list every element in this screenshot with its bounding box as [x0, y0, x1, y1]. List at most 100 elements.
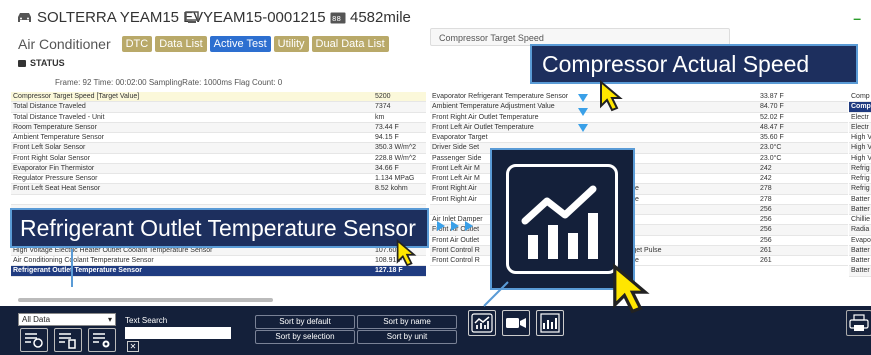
row-value: 256: [760, 205, 772, 213]
vehicle-info: SOLTERRA YEAM15 EV: [16, 9, 203, 26]
callout-pointer: [483, 281, 509, 307]
row-name: Batter: [851, 205, 870, 213]
table-row[interactable]: Batter: [849, 245, 871, 256]
table-row[interactable]: Batter: [849, 195, 871, 205]
table-row[interactable]: High V: [849, 154, 871, 164]
row-name: Comp: [851, 103, 871, 111]
chevron-down-icon: ▾: [107, 315, 112, 324]
table-row[interactable]: Evaporator Refrigerant Temperature Senso…: [430, 92, 848, 103]
row-name: Evaporator Target: [432, 134, 488, 141]
sort-by-default-button[interactable]: Sort by default: [255, 315, 355, 329]
sort-by-selection-button[interactable]: Sort by selection: [255, 330, 355, 344]
mileage-info: 88 4582mile: [330, 9, 411, 26]
table-row[interactable]: Total Distance Traveled 7374: [11, 102, 426, 113]
row-value: km: [375, 113, 385, 121]
table-row[interactable]: [11, 195, 426, 205]
sort-by-name-button[interactable]: Sort by name: [357, 315, 457, 329]
table-row[interactable]: Regulator Pressure Sensor 1.134 MPaG: [11, 174, 426, 185]
table-row[interactable]: Electr: [849, 113, 871, 123]
row-name: Electr: [851, 113, 869, 121]
row-value: 278: [760, 185, 772, 193]
data-record-button[interactable]: [536, 310, 564, 336]
svg-text:88: 88: [332, 15, 341, 23]
graph-view-button[interactable]: [468, 310, 496, 336]
arrow-right-icon: [437, 221, 445, 231]
cursor-icon: [396, 239, 417, 267]
row-value: 23.0°C: [760, 144, 782, 152]
data-filter-select[interactable]: All Data ▾: [18, 313, 116, 326]
sort-by-unit-button[interactable]: Sort by unit: [357, 330, 457, 344]
row-value: 94.15 F: [375, 134, 399, 141]
tab-dual-data-list[interactable]: Dual Data List: [311, 36, 389, 52]
table-row[interactable]: Batter: [849, 266, 871, 277]
table-row[interactable]: Total Distance Traveled - Unit km: [11, 113, 426, 123]
tab-active-test[interactable]: Active Test: [209, 36, 271, 52]
horizontal-scrollbar[interactable]: [18, 298, 273, 302]
table-row[interactable]: Front Left Seat Heat Sensor 8.52 kohm: [11, 184, 426, 195]
row-value: 261: [760, 257, 772, 264]
table-row[interactable]: High V: [849, 133, 871, 144]
refresh-list-button[interactable]: [20, 328, 48, 352]
row-name: Passenger Side: [432, 154, 482, 162]
clear-search-button[interactable]: ✕: [127, 341, 139, 352]
table-row[interactable]: Chillie: [849, 215, 871, 226]
row-name: Ambient Temperature Adjustment Value: [432, 103, 555, 111]
table-row[interactable]: Ambient Temperature Adjustment Value 84.7…: [430, 102, 848, 113]
row-name: Room Temperature Sensor: [13, 123, 97, 131]
list-settings-button[interactable]: [88, 328, 116, 352]
odometer-icon: 88: [330, 12, 346, 23]
table-row[interactable]: Radia: [849, 225, 871, 236]
row-name: Chillie: [851, 216, 871, 223]
table-row[interactable]: Batter: [849, 204, 871, 215]
tab-utility[interactable]: Utility: [273, 36, 309, 52]
arrow-down-icon: [578, 124, 588, 132]
table-row[interactable]: Front Right Solar Sensor 228.8 W/m^2: [11, 154, 426, 164]
row-name: Front Control R: [432, 246, 480, 254]
tab-data-list[interactable]: Data List: [155, 36, 207, 52]
mileage-value: 4582mile: [350, 9, 411, 26]
table-row[interactable]: Evapo: [849, 236, 871, 246]
table-row[interactable]: Batter: [849, 256, 871, 267]
vin-info: YEAM15-0001215: [185, 9, 326, 26]
row-name: Front Right Air: [432, 195, 477, 203]
table-row[interactable]: Refrig: [849, 163, 871, 174]
row-name: Comp: [851, 93, 870, 100]
row-name: Front Right Air Outlet Temperature: [432, 113, 539, 121]
table-row[interactable]: Refrig: [849, 184, 871, 195]
app-window: SOLTERRA YEAM15 EV YEAM15-0001215 88 458…: [0, 0, 871, 355]
table-row[interactable]: Front Left Air Outlet Temperature 48.47 F: [430, 122, 848, 133]
row-name: Batter: [851, 267, 870, 275]
gear-list-icon: [93, 333, 110, 348]
right-data-table: Comp Comp Electr Electr High V High V High V Re…: [849, 92, 871, 277]
text-search-input[interactable]: [125, 327, 231, 339]
table-row[interactable]: Evaporator Fin Thermistor 34.66 F: [11, 163, 426, 174]
row-name: Front Left Air Outlet Temperature: [432, 123, 534, 131]
tab-dtc[interactable]: DTC: [121, 36, 153, 52]
row-name: Front Left Seat Heat Sensor: [13, 185, 101, 193]
print-button[interactable]: [846, 310, 871, 336]
row-value: 33.87 F: [760, 93, 784, 100]
record-button[interactable]: [502, 310, 530, 336]
row-name: Evapo: [851, 236, 871, 244]
table-row[interactable]: Ambient Temperature Sensor 94.15 F: [11, 133, 426, 144]
row-value: 1.134 MPaG: [375, 175, 415, 182]
table-row[interactable]: Electr: [849, 122, 871, 133]
row-value: 7374: [375, 103, 391, 111]
table-row[interactable]: Front Right Air Outlet Temperature 52.02 …: [430, 113, 848, 123]
table-row[interactable]: Room Temperature Sensor 73.44 F: [11, 122, 426, 133]
table-row[interactable]: Evaporator Target 35.60 F: [430, 133, 848, 144]
table-row[interactable]: Comp: [849, 102, 871, 113]
table-row[interactable]: High V: [849, 143, 871, 154]
arrow-right-icon: [451, 221, 459, 231]
row-name: Front Left Air M: [432, 164, 480, 172]
row-name: Refrig: [851, 164, 870, 172]
table-row[interactable]: Comp: [849, 92, 871, 103]
delete-list-button[interactable]: [54, 328, 82, 352]
frame-info: Frame: 92 Time: 00:02:00 SamplingRate: 1…: [55, 78, 283, 87]
table-row[interactable]: Refrig: [849, 174, 871, 185]
table-row[interactable]: Front Left Solar Sensor 350.3 W/m^2: [11, 143, 426, 154]
table-row[interactable]: Compressor Target Speed [Target Value] 52…: [11, 92, 426, 103]
row-name: Evaporator Fin Thermistor: [13, 164, 95, 172]
row-value: 84.70 F: [760, 103, 784, 111]
row-name: High V: [851, 144, 871, 152]
